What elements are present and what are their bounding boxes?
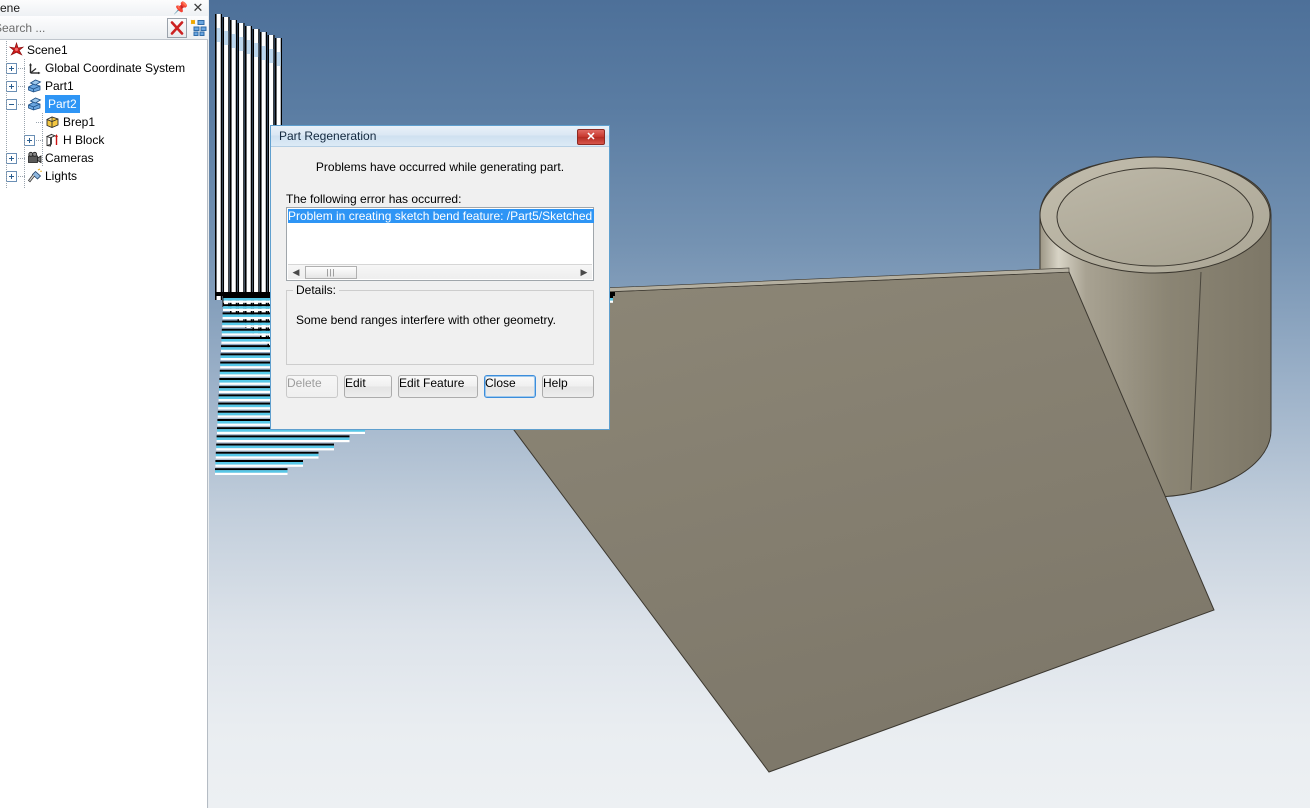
panel-header: cene 📌 ✕ (0, 0, 208, 16)
tree-item-label: Lights (45, 169, 78, 183)
tree-item-h-block[interactable]: H Block (0, 131, 207, 149)
tree-filter-icon[interactable] (188, 18, 208, 38)
scrollbar-thumb[interactable]: ||| (305, 266, 357, 279)
cylinder-top-face (1056, 167, 1254, 267)
part-icon (26, 78, 43, 94)
tree-item-lights[interactable]: Lights (0, 167, 207, 185)
tree-guide-line (42, 113, 43, 167)
scroll-left-arrow-icon[interactable]: ◀ (289, 265, 303, 280)
scene-tree-panel: cene 📌 ✕ (0, 0, 208, 808)
tree-item-label: Part1 (45, 79, 74, 93)
pin-icon[interactable]: 📌 (173, 1, 188, 15)
panel-title: cene (0, 1, 21, 15)
horizontal-scrollbar[interactable]: ◀ ||| ▶ (288, 264, 592, 279)
expand-icon[interactable] (6, 153, 17, 164)
error-list-item[interactable]: Problem in creating sketch bend feature:… (288, 209, 594, 223)
tree-item-label: Brep1 (63, 115, 96, 129)
scene-star-icon (8, 41, 25, 58)
expand-icon[interactable] (6, 171, 17, 182)
tree-item-scene1[interactable]: Scene1 (0, 41, 207, 59)
dialog-body: Problems have occurred while generating … (271, 147, 609, 429)
tree-item-label: Cameras (45, 151, 94, 165)
details-text: Some bend ranges interfere with other ge… (296, 313, 556, 327)
close-icon[interactable]: ✕ (191, 1, 205, 15)
details-legend: Details: (293, 283, 340, 297)
tree-item-label: Part2 (45, 95, 80, 113)
scene-tree[interactable]: Scene1 Global Coordinate System Part1 Pa… (0, 41, 207, 808)
tree-guide-line (24, 59, 25, 189)
close-button[interactable]: Close (484, 375, 536, 398)
tree-item-label: Global Coordinate System (45, 61, 186, 75)
dialog-title: Part Regeneration (279, 129, 377, 143)
edit-feature-button[interactable]: Edit Feature (398, 375, 478, 398)
dialog-titlebar[interactable]: Part Regeneration ✕ (271, 126, 609, 147)
h-block-icon (44, 132, 61, 148)
tree-item-label: H Block (63, 133, 105, 147)
light-bulb-icon (26, 168, 43, 184)
expand-icon[interactable] (6, 63, 17, 74)
coordinate-system-icon (26, 60, 43, 76)
tree-item-brep1[interactable]: Brep1 (0, 113, 207, 131)
tree-item-label: Scene1 (27, 43, 68, 57)
details-group: Details: Some bend ranges interfere with… (286, 283, 594, 365)
expand-icon[interactable] (24, 135, 35, 146)
red-x-clear-icon[interactable] (167, 18, 187, 38)
edit-button[interactable]: Edit (344, 375, 392, 398)
search-bar (0, 16, 208, 40)
search-input[interactable] (0, 19, 162, 37)
error-prompt-label: The following error has occurred: (286, 192, 462, 206)
tree-item-part1[interactable]: Part1 (0, 77, 207, 95)
collapse-icon[interactable] (6, 99, 17, 110)
camera-icon (26, 150, 43, 166)
part-icon (26, 96, 43, 112)
close-icon[interactable]: ✕ (577, 129, 605, 145)
tree-item-cameras[interactable]: Cameras (0, 149, 207, 167)
tree-item-part2[interactable]: Part2 (0, 95, 207, 113)
dialog-headline: Problems have occurred while generating … (315, 160, 565, 174)
help-button[interactable]: Help (542, 375, 594, 398)
dialog-button-row: Delete Edit Edit Feature Close Help (286, 375, 596, 398)
error-list[interactable]: Problem in creating sketch bend feature:… (286, 207, 594, 281)
scroll-right-arrow-icon[interactable]: ▶ (577, 265, 591, 280)
delete-button: Delete (286, 375, 338, 398)
tree-item-global-coordinate-system[interactable]: Global Coordinate System (0, 59, 207, 77)
brep-cube-icon (44, 114, 61, 130)
part-regeneration-dialog[interactable]: Part Regeneration ✕ Problems have occurr… (270, 125, 610, 430)
expand-icon[interactable] (6, 81, 17, 92)
tree-guide-line (6, 41, 7, 189)
